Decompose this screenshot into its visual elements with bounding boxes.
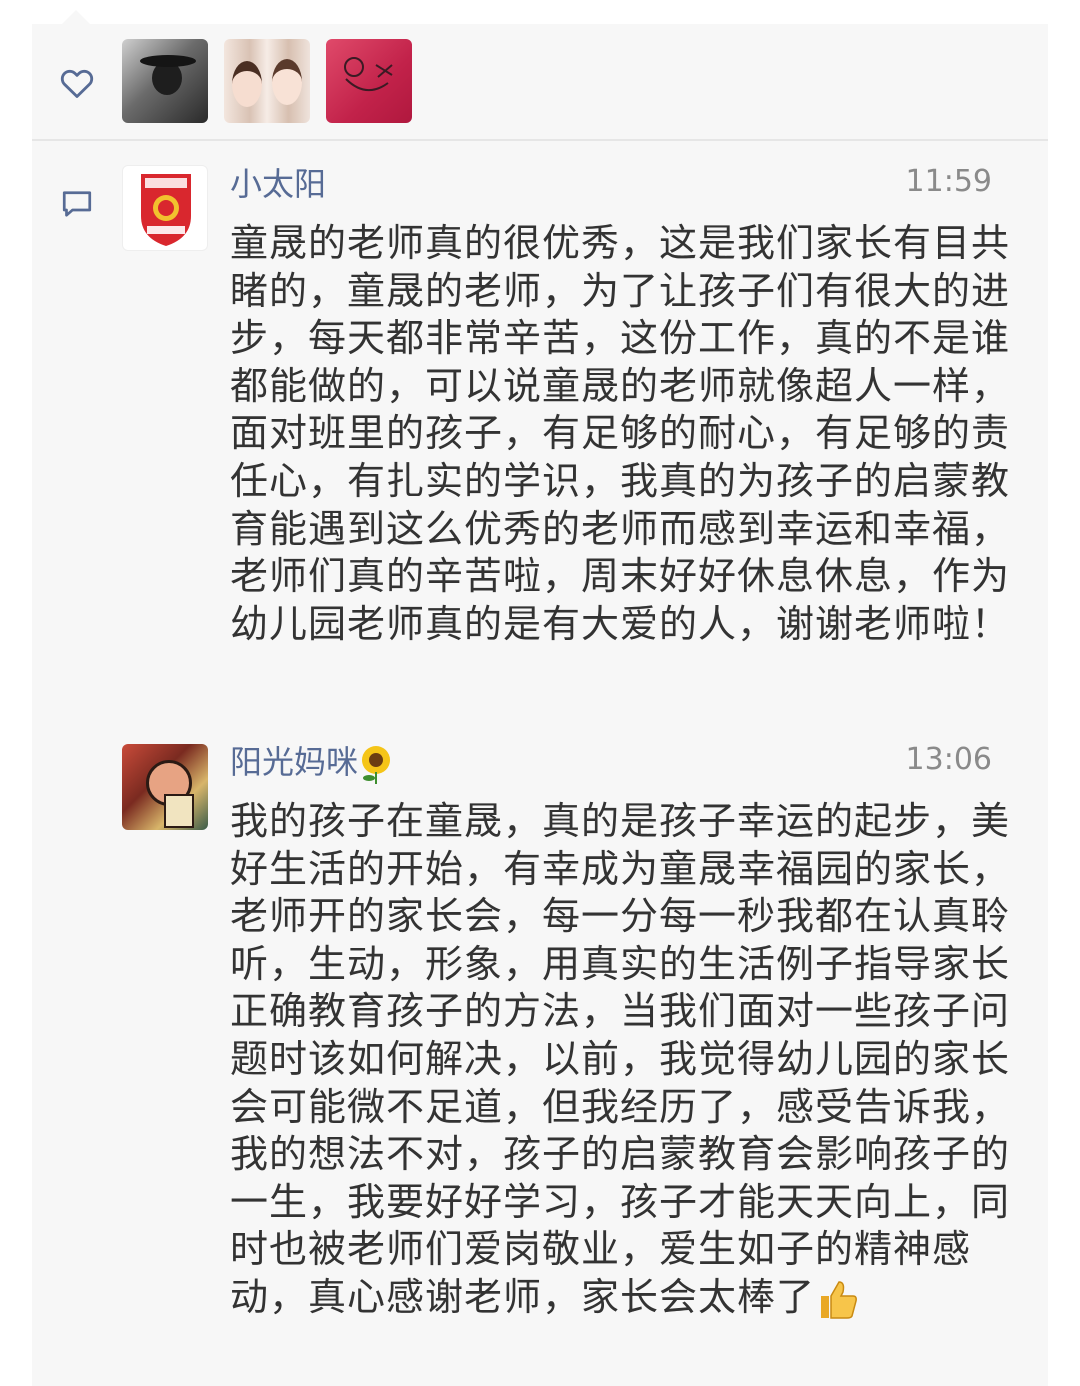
comment-text-content: 我的孩子在童晟，真的是孩子幸运的起步，美好生活的开始，有幸成为童晟幸福园的家长，…	[230, 799, 1011, 1319]
avatar-face-right	[272, 59, 302, 105]
avatar-hat-brim	[140, 55, 196, 67]
sunflower-emoji	[362, 746, 391, 784]
comment-text: 童晟的老师真的很优秀，这是我们家长有目共睹的，童晟的老师，为了让孩子们有很大的进…	[230, 221, 1011, 646]
doodle-icon	[344, 57, 393, 91]
comment-author[interactable]: 小太阳	[230, 164, 326, 204]
divider	[32, 139, 1048, 141]
avatar-photo-hat[interactable]	[122, 39, 208, 123]
comment-author[interactable]: 阳光妈咪	[230, 742, 394, 784]
heart-icon	[60, 69, 94, 98]
comment-text: 我的孩子在童晟，真的是孩子幸运的起步，美好生活的开始，有幸成为童晟幸福园的家长，…	[230, 798, 1020, 1322]
avatar-banner	[164, 794, 194, 828]
author-name: 阳光妈咪	[230, 743, 359, 781]
new-year-art-avatar[interactable]	[122, 744, 208, 830]
school-badge-avatar[interactable]	[122, 165, 208, 251]
avatar-photo-pink[interactable]	[326, 39, 412, 123]
comment-time: 11:59	[905, 164, 992, 199]
thumbs-up-emoji	[821, 1281, 857, 1320]
avatar-photo-girls[interactable]	[224, 39, 310, 123]
comment-time: 13:06	[905, 742, 992, 777]
comment-bubble-icon	[62, 191, 92, 217]
panel-pointer	[62, 10, 90, 24]
school-badge-icon	[141, 174, 191, 246]
avatar-face-left	[232, 61, 262, 107]
